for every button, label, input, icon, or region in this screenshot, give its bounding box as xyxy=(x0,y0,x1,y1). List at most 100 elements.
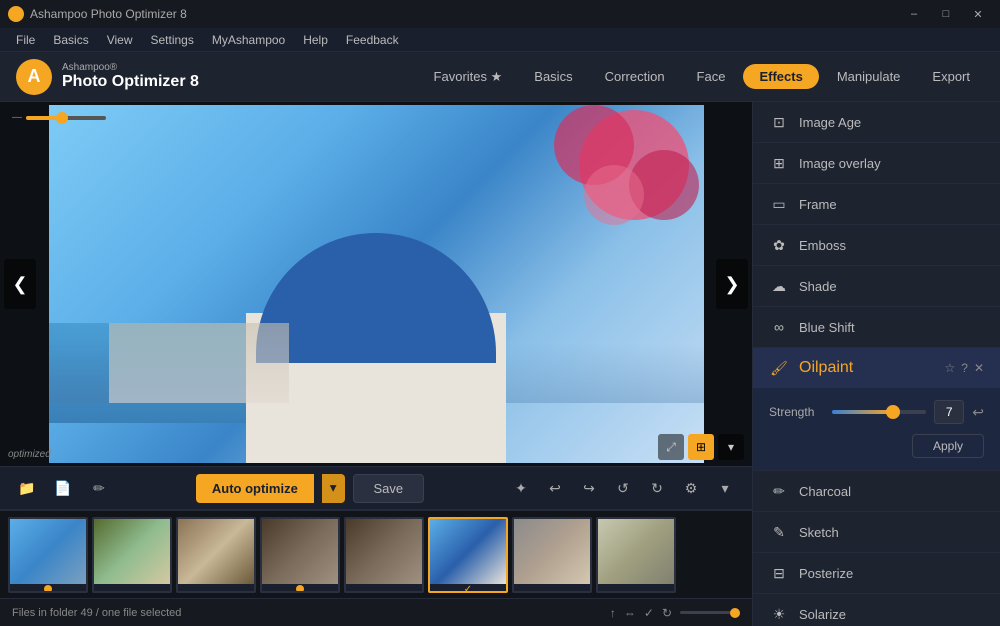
tab-correction[interactable]: Correction xyxy=(591,63,679,90)
filmstrip: ✓ xyxy=(0,510,752,598)
strength-reset-button[interactable]: ↩ xyxy=(972,404,984,421)
oilpaint-header[interactable]: 🖌 Oilpaint ☆ ? ✕ xyxy=(753,348,1000,388)
panel-item-image-overlay[interactable]: ⊞ Image overlay xyxy=(753,143,1000,184)
close-button[interactable]: ✕ xyxy=(964,4,992,24)
zoom-slider-thumb[interactable] xyxy=(730,608,740,618)
top-slider-thumb[interactable] xyxy=(56,112,68,124)
window-controls[interactable]: – □ ✕ xyxy=(900,4,992,24)
thumb-img-5 xyxy=(346,519,422,584)
save-button[interactable]: Save xyxy=(353,474,425,503)
toolbar-right: ✦ ↩ ↪ ↺ ↻ ⚙ ▾ xyxy=(506,473,740,503)
posterize-icon: ⊟ xyxy=(769,563,789,583)
menu-help[interactable]: Help xyxy=(295,31,336,49)
edit-button[interactable]: ✏ xyxy=(84,473,114,503)
panel-item-emboss[interactable]: ✿ Emboss xyxy=(753,225,1000,266)
rotate-right-button[interactable]: ↻ xyxy=(642,473,672,503)
panel-item-charcoal[interactable]: ✏ Charcoal xyxy=(753,471,1000,512)
panel-item-posterize[interactable]: ⊟ Posterize xyxy=(753,553,1000,594)
panel-item-shade[interactable]: ☁ Shade xyxy=(753,266,1000,307)
minimize-button[interactable]: – xyxy=(900,4,928,24)
more-button[interactable]: ▾ xyxy=(710,473,740,503)
tab-manipulate[interactable]: Manipulate xyxy=(823,63,915,90)
oilpaint-header-actions: ☆ ? ✕ xyxy=(944,361,984,375)
top-slider-track[interactable] xyxy=(26,116,106,120)
fullscreen-button[interactable]: ⤢ xyxy=(658,434,684,460)
hillside xyxy=(109,323,289,403)
redo-button[interactable]: ↪ xyxy=(574,473,604,503)
status-text: Files in folder 49 / one file selected xyxy=(12,607,181,619)
panel-item-frame[interactable]: ▭ Frame xyxy=(753,184,1000,225)
view-options-button[interactable]: ▾ xyxy=(718,434,744,460)
zoom-slider[interactable] xyxy=(680,611,740,614)
strength-slider-thumb[interactable] xyxy=(886,405,900,419)
status-icons: ↑ ⇔ ✓ ↻ xyxy=(610,606,740,620)
tab-basics[interactable]: Basics xyxy=(520,63,586,90)
menu-myashampoo[interactable]: MyAshampoo xyxy=(204,31,293,49)
tab-favorites[interactable]: Favorites ★ xyxy=(420,63,517,91)
thumb-dot-1 xyxy=(44,585,52,593)
open-folder-button[interactable]: 📁 xyxy=(12,473,42,503)
panel-item-image-age[interactable]: ⊡ Image Age xyxy=(753,102,1000,143)
photo-canvas xyxy=(49,105,704,463)
app-icon xyxy=(8,6,24,22)
filmstrip-thumb-8[interactable] xyxy=(596,517,676,593)
oilpaint-favorite-icon[interactable]: ☆ xyxy=(944,361,955,375)
shade-icon: ☁ xyxy=(769,276,789,296)
image-age-label: Image Age xyxy=(799,115,984,130)
panel-item-solarize[interactable]: ☀ Solarize xyxy=(753,594,1000,626)
apply-button[interactable]: Apply xyxy=(912,434,984,458)
tab-export[interactable]: Export xyxy=(918,63,984,90)
thumb-check-6: ✓ xyxy=(464,584,472,593)
panel-item-blue-shift[interactable]: ∞ Blue Shift xyxy=(753,307,1000,348)
filmstrip-thumb-4[interactable] xyxy=(260,517,340,593)
strength-slider[interactable] xyxy=(832,410,926,414)
filmstrip-thumb-5[interactable] xyxy=(344,517,424,593)
filmstrip-thumb-7[interactable] xyxy=(512,517,592,593)
maximize-button[interactable]: □ xyxy=(932,4,960,24)
next-image-button[interactable]: ❯ xyxy=(716,259,748,309)
strength-value[interactable]: 7 xyxy=(934,400,964,424)
thumb-img-2 xyxy=(94,519,170,584)
magic-wand-button[interactable]: ✦ xyxy=(506,473,536,503)
image-viewer: — ❮ ❯ optimized ⤢ ⊞ ▾ xyxy=(0,102,752,466)
oilpaint-close-icon[interactable]: ✕ xyxy=(974,361,984,375)
status-swap-icon[interactable]: ⇔ xyxy=(624,606,636,620)
thumb-bar-8 xyxy=(598,584,674,593)
filmstrip-thumb-2[interactable] xyxy=(92,517,172,593)
menu-view[interactable]: View xyxy=(99,31,141,49)
auto-optimize-button[interactable]: Auto optimize xyxy=(196,474,314,503)
slider-min-icon: — xyxy=(12,112,22,123)
dome xyxy=(256,233,496,363)
tab-face[interactable]: Face xyxy=(683,63,740,90)
tab-effects[interactable]: Effects xyxy=(743,64,818,89)
panel-item-sketch[interactable]: ✎ Sketch xyxy=(753,512,1000,553)
thumb-img-4 xyxy=(262,519,338,584)
status-check-icon[interactable]: ✓ xyxy=(644,606,654,620)
thumb-bar-4 xyxy=(262,584,338,593)
top-slider[interactable]: — xyxy=(12,112,106,123)
undo-button[interactable]: ↩ xyxy=(540,473,570,503)
filmstrip-thumb-3[interactable] xyxy=(176,517,256,593)
menu-basics[interactable]: Basics xyxy=(45,31,96,49)
zoom-slider-track[interactable] xyxy=(680,611,740,614)
view-split-button[interactable]: ⊞ xyxy=(688,434,714,460)
statusbar: Files in folder 49 / one file selected ↑… xyxy=(0,598,752,626)
rotate-left-button[interactable]: ↺ xyxy=(608,473,638,503)
add-file-button[interactable]: 📄 xyxy=(48,473,78,503)
menu-file[interactable]: File xyxy=(8,31,43,49)
prev-image-button[interactable]: ❮ xyxy=(4,259,36,309)
solarize-icon: ☀ xyxy=(769,604,789,624)
auto-optimize-arrow-button[interactable]: ▾ xyxy=(322,474,345,503)
menu-settings[interactable]: Settings xyxy=(142,31,201,49)
oilpaint-controls: Strength 7 ↩ Apply xyxy=(753,388,1000,470)
status-rotate-icon[interactable]: ↻ xyxy=(662,606,672,620)
menu-feedback[interactable]: Feedback xyxy=(338,31,407,49)
settings-button[interactable]: ⚙ xyxy=(676,473,706,503)
oilpaint-label: Oilpaint xyxy=(799,359,934,377)
thumb-bar-6: ✓ xyxy=(430,584,506,593)
filmstrip-thumb-6[interactable]: ✓ xyxy=(428,517,508,593)
status-up-icon[interactable]: ↑ xyxy=(610,606,616,620)
titlebar-title: Ashampoo Photo Optimizer 8 xyxy=(30,7,187,21)
oilpaint-help-icon[interactable]: ? xyxy=(961,361,968,375)
filmstrip-thumb-1[interactable] xyxy=(8,517,88,593)
